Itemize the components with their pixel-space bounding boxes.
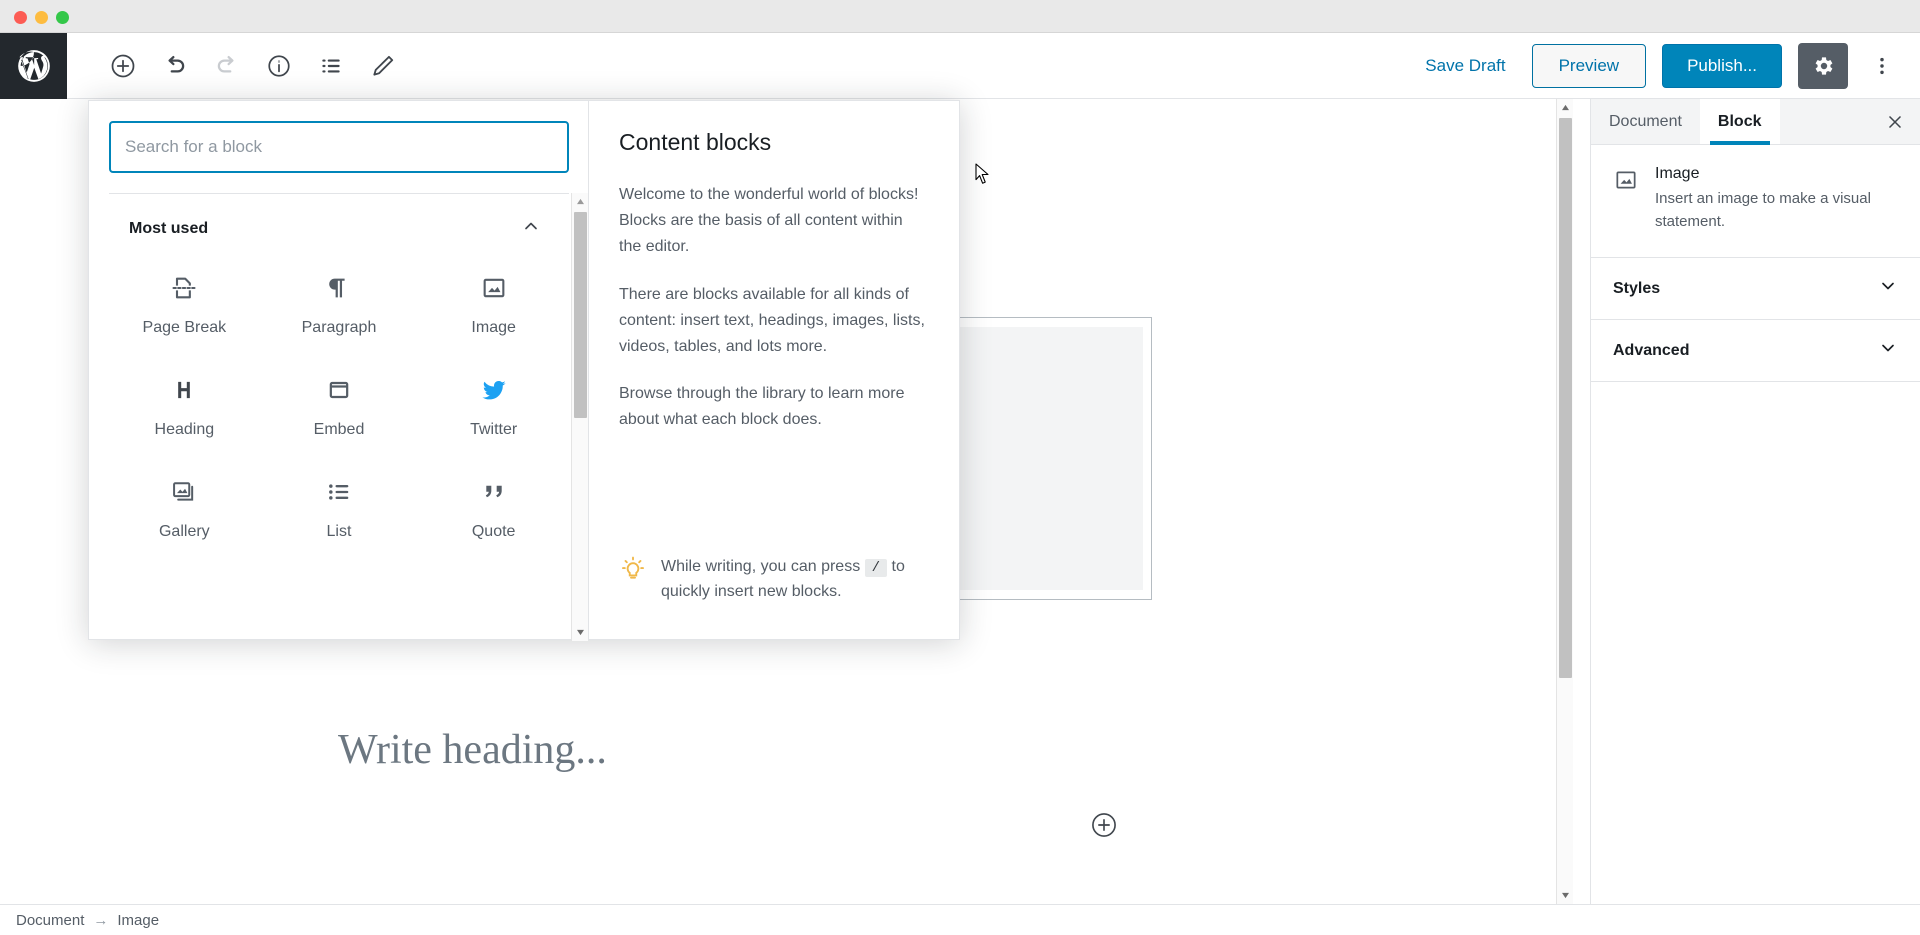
settings-sidebar: Document Block Image Insert an image to … xyxy=(1590,99,1920,904)
panel-title: Advanced xyxy=(1613,342,1689,360)
tip-text-before: While writing, you can press xyxy=(661,558,860,575)
block-category-scroll: Most used Page Break xyxy=(89,193,589,641)
mouse-cursor xyxy=(975,163,991,190)
chevron-up-icon[interactable] xyxy=(521,216,541,241)
editor-toolbar xyxy=(67,40,409,92)
tip-text: While writing, you can press / to quickl… xyxy=(661,555,919,605)
status-breadcrumb-bar: Document → Image xyxy=(0,904,1920,935)
category-title: Most used xyxy=(129,220,208,238)
block-label: Embed xyxy=(314,421,365,439)
wordpress-logo[interactable] xyxy=(0,33,67,99)
redo-icon xyxy=(201,40,253,92)
search-container xyxy=(89,101,588,173)
block-card-text: Image Insert an image to make a visual s… xyxy=(1655,165,1898,233)
window-minimize-button[interactable] xyxy=(35,11,48,24)
main-scrollbar[interactable] xyxy=(1556,99,1573,904)
block-label: Paragraph xyxy=(302,319,377,337)
tab-block[interactable]: Block xyxy=(1700,99,1780,144)
block-label: Page Break xyxy=(143,319,227,337)
chevron-down-icon[interactable] xyxy=(1878,276,1898,301)
list-icon xyxy=(325,475,353,509)
quote-icon xyxy=(480,475,508,509)
scrollbar-down-arrow-icon[interactable] xyxy=(1557,887,1574,904)
window-titlebar xyxy=(0,0,1920,33)
block-inserter-popover: Most used Page Break xyxy=(88,100,960,640)
lightbulb-icon xyxy=(619,555,647,588)
canvas-add-block-icon[interactable] xyxy=(1090,811,1118,839)
block-label: Twitter xyxy=(470,421,517,439)
header-actions: Save Draft Preview Publish... xyxy=(1415,43,1920,89)
scrollbar-thumb[interactable] xyxy=(574,212,587,418)
scrollbar-down-arrow-icon[interactable] xyxy=(572,624,589,641)
editor-header: Save Draft Preview Publish... xyxy=(0,33,1920,99)
block-label: List xyxy=(327,523,352,541)
breadcrumb-separator: → xyxy=(93,912,108,929)
preview-button[interactable]: Preview xyxy=(1532,44,1646,88)
block-item-embed[interactable]: Embed xyxy=(262,357,417,453)
embed-icon xyxy=(325,373,353,407)
add-block-icon[interactable] xyxy=(97,40,149,92)
panel-advanced[interactable]: Advanced xyxy=(1591,320,1920,382)
undo-icon[interactable] xyxy=(149,40,201,92)
block-card: Image Insert an image to make a visual s… xyxy=(1591,145,1920,258)
info-paragraph: There are blocks available for all kinds… xyxy=(619,282,929,360)
heading-h-icon xyxy=(170,373,198,407)
block-item-paragraph[interactable]: Paragraph xyxy=(262,255,417,351)
inserter-scrollbar[interactable] xyxy=(571,193,588,641)
breadcrumb-item-document[interactable]: Document xyxy=(16,912,84,929)
scrollbar-up-arrow-icon[interactable] xyxy=(1557,99,1574,116)
twitter-bird-icon xyxy=(480,373,508,407)
tab-document[interactable]: Document xyxy=(1591,99,1700,144)
image-icon xyxy=(480,271,508,305)
scrollbar-up-arrow-icon[interactable] xyxy=(572,193,589,210)
block-item-twitter[interactable]: Twitter xyxy=(416,357,571,453)
window-close-button[interactable] xyxy=(14,11,27,24)
gallery-icon xyxy=(170,475,198,509)
block-grid: Page Break Paragraph xyxy=(89,255,589,555)
save-draft-button[interactable]: Save Draft xyxy=(1415,50,1515,82)
block-item-page-break[interactable]: Page Break xyxy=(107,255,262,351)
block-item-list[interactable]: List xyxy=(262,459,417,555)
block-label: Quote xyxy=(472,523,516,541)
scrollbar-thumb[interactable] xyxy=(1559,118,1572,678)
edit-pencil-icon[interactable] xyxy=(357,40,409,92)
block-card-title: Image xyxy=(1655,165,1898,183)
block-item-quote[interactable]: Quote xyxy=(416,459,571,555)
info-panel-title: Content blocks xyxy=(619,129,929,156)
block-item-gallery[interactable]: Gallery xyxy=(107,459,262,555)
block-info-panel: Content blocks Welcome to the wonderful … xyxy=(589,101,959,639)
sidebar-tabs: Document Block xyxy=(1591,99,1920,145)
paragraph-pilcrow-icon xyxy=(325,271,353,305)
inserter-tip: While writing, you can press / to quickl… xyxy=(619,555,919,605)
info-icon[interactable] xyxy=(253,40,305,92)
block-card-description: Insert an image to make a visual stateme… xyxy=(1655,188,1898,233)
window-traffic-lights xyxy=(14,11,69,24)
publish-button[interactable]: Publish... xyxy=(1662,44,1782,88)
close-icon[interactable] xyxy=(1870,99,1920,144)
panel-styles[interactable]: Styles xyxy=(1591,258,1920,320)
image-icon xyxy=(1613,165,1639,233)
chevron-down-icon[interactable] xyxy=(1878,338,1898,363)
block-inserter-list: Most used Page Break xyxy=(89,101,589,639)
block-item-image[interactable]: Image xyxy=(416,255,571,351)
page-break-icon xyxy=(170,271,198,305)
info-paragraph: Welcome to the wonderful world of blocks… xyxy=(619,182,929,260)
info-paragraph: Browse through the library to learn more… xyxy=(619,381,929,433)
panel-title: Styles xyxy=(1613,280,1660,298)
heading-placeholder[interactable]: Write heading... xyxy=(338,726,1038,774)
more-options-icon[interactable] xyxy=(1864,43,1900,89)
block-label: Gallery xyxy=(159,523,210,541)
tip-key: / xyxy=(865,559,887,577)
search-input[interactable] xyxy=(109,121,569,173)
category-header-most-used[interactable]: Most used xyxy=(109,193,569,255)
block-item-heading[interactable]: Heading xyxy=(107,357,262,453)
settings-gear-icon[interactable] xyxy=(1798,43,1848,89)
window-zoom-button[interactable] xyxy=(56,11,69,24)
block-label: Heading xyxy=(155,421,215,439)
breadcrumb-item-image[interactable]: Image xyxy=(117,912,159,929)
block-label: Image xyxy=(471,319,515,337)
block-navigation-icon[interactable] xyxy=(305,40,357,92)
